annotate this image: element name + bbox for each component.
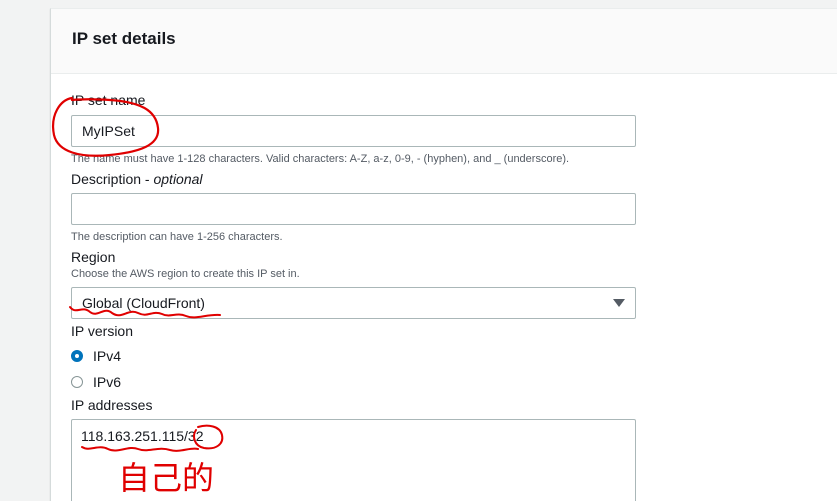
radio-checked-icon[interactable]: [71, 350, 83, 362]
ip-addresses-value: 118.163.251.115/32: [81, 428, 204, 444]
ipv4-label: IPv4: [93, 348, 122, 364]
description-input[interactable]: [71, 193, 636, 225]
description-label-text: Description: [71, 171, 142, 187]
region-label: Region: [71, 249, 116, 265]
ip-addresses-textarea[interactable]: 118.163.251.115/32: [71, 419, 636, 501]
region-select[interactable]: Global (CloudFront): [71, 287, 636, 319]
ipv6-label: IPv6: [93, 374, 122, 390]
page: IP set details IP set name MyIPSet The n…: [0, 0, 837, 501]
description-optional-tag: optional: [153, 171, 203, 187]
ip-set-name-hint: The name must have 1-128 characters. Val…: [71, 153, 570, 165]
chevron-down-icon: [613, 299, 625, 307]
ip-version-label: IP version: [71, 323, 133, 339]
ip-set-name-input[interactable]: MyIPSet: [71, 115, 636, 147]
panel-title: IP set details: [72, 29, 176, 48]
description-label: Description - optional: [71, 171, 203, 187]
ip-addresses-label: IP addresses: [71, 397, 153, 413]
description-hint: The description can have 1-256 character…: [71, 231, 283, 243]
region-selected-value: Global (CloudFront): [82, 295, 205, 311]
region-hint: Choose the AWS region to create this IP …: [71, 268, 300, 280]
ip-set-name-label: IP set name: [71, 92, 146, 108]
panel-header: IP set details: [51, 9, 837, 74]
description-label-separator: -: [141, 171, 154, 187]
radio-unchecked-icon[interactable]: [71, 376, 83, 388]
